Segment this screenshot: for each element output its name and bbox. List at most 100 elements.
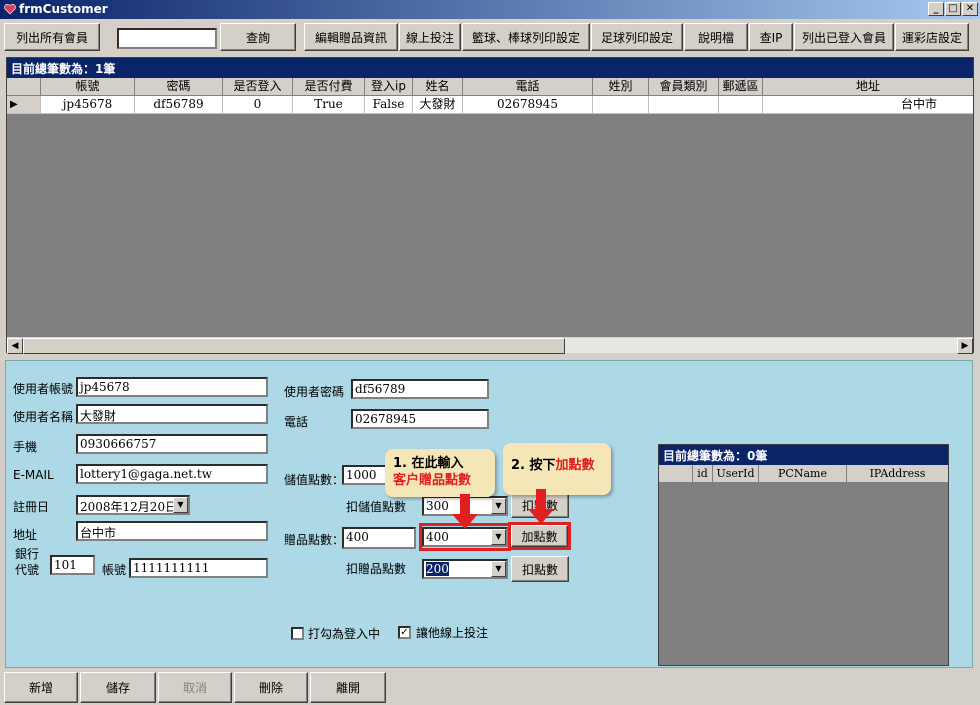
window-title: frmCustomer [19,2,108,16]
search-input[interactable] [117,28,217,49]
cell-account[interactable]: jp45678 [41,96,135,114]
column-header[interactable]: 登入ip [365,78,413,96]
cell-zip[interactable] [719,96,763,114]
step2-callout: 2. 按下加點數 [503,443,611,495]
member-detail-panel: 使用者帳號 jp45678 使用者名稱 大發財 手機 0930666757 E-… [5,360,973,668]
row-header-corner [7,78,41,96]
bank-code-label-1: 銀行 [15,547,40,561]
cell-password[interactable]: df56789 [135,96,223,114]
column-header[interactable]: UserId [713,465,759,483]
address-field[interactable]: 台中市 [76,521,268,541]
register-date-value: 2008年12月20日 [80,500,178,514]
football-print-settings-button[interactable]: 足球列印設定 [591,23,683,51]
mark-logged-in-checkbox[interactable] [291,627,304,640]
ip-grid: 目前總筆數為：0筆 id UserId PCName IPAddress [658,444,949,666]
manual-button[interactable]: 說明檔 [684,23,748,51]
stored-points-label: 儲值點數： [284,473,345,487]
step2-prefix: 2. 按下 [511,458,556,473]
list-logged-in-button[interactable]: 列出已登入會員 [794,23,894,51]
deduct-gift-label: 扣贈品點數 [346,562,407,576]
delete-button[interactable]: 刪除 [234,672,308,703]
name-label: 使用者名稱 [13,410,74,424]
online-bet-button[interactable]: 線上投注 [399,23,461,51]
mobile-field[interactable]: 0930666757 [76,434,268,454]
member-grid-caption: 目前總筆數為：1筆 [7,58,973,78]
email-field[interactable]: lottery1@gaga.net.tw [76,464,268,484]
minimize-button[interactable]: _ [928,2,944,16]
cell-phone[interactable]: 02678945 [463,96,593,114]
column-header[interactable]: PCName [759,465,847,483]
cell-paid[interactable]: True [293,96,365,114]
check-ip-button[interactable]: 查IP [749,23,793,51]
bank-code-field[interactable]: 101 [50,555,95,575]
close-button[interactable]: 離開 [310,672,386,703]
allow-online-bet-checkbox[interactable]: ✓ [398,626,411,639]
cell-logged-in[interactable]: 0 [223,96,293,114]
column-header[interactable]: 帳號 [41,78,135,96]
column-header[interactable]: 電話 [463,78,593,96]
column-header[interactable]: 密碼 [135,78,223,96]
cell-gender[interactable] [593,96,649,114]
cancel-button[interactable]: 取消 [158,672,232,703]
query-button[interactable]: 查詢 [220,23,296,51]
add-button[interactable]: 新增 [4,672,78,703]
member-grid: 目前總筆數為：1筆 帳號 密碼 是否登入 是否付費 登入ip 姓名 電話 姓別 … [6,57,974,354]
add-points-button[interactable]: 加點數 [511,525,568,547]
dropdown-arrow-icon[interactable]: ▼ [173,497,188,513]
column-header[interactable]: id [693,465,713,483]
account-field[interactable]: 1111111111 [129,558,268,578]
name-field[interactable]: 大發財 [76,404,268,424]
deduct-gift-button[interactable]: 扣點數 [511,556,569,582]
horizontal-scrollbar[interactable]: ◀ ▶ [7,337,973,354]
password-field[interactable]: df56789 [351,379,489,399]
edit-gift-info-button[interactable]: 編輯贈品資訊 [304,23,398,51]
mark-logged-in-label: 打勾為登入中 [308,627,381,641]
toolbar: 列出所有會員 查詢 編輯贈品資訊 線上投注 籃球、棒球列印設定 足球列印設定 說… [0,19,980,57]
deduct-gift-combo[interactable]: 200 ▼ [422,559,508,579]
arrow-down-icon [452,494,478,529]
register-date-label: 註冊日 [13,500,50,514]
close-window-button[interactable]: ✕ [962,2,978,16]
password-label: 使用者密碼 [284,385,345,399]
column-header[interactable]: IPAddress [847,465,948,483]
cell-member-type[interactable] [649,96,719,114]
dropdown-arrow-icon[interactable]: ▼ [491,529,506,545]
column-header[interactable]: 地址 [763,78,973,96]
scroll-left-icon[interactable]: ◀ [7,338,23,354]
column-header[interactable]: 姓名 [413,78,463,96]
basketball-print-settings-button[interactable]: 籃球、棒球列印設定 [462,23,590,51]
mobile-label: 手機 [13,440,38,454]
dropdown-arrow-icon[interactable]: ▼ [491,561,506,577]
column-header[interactable]: 郵遞區 [719,78,763,96]
bottom-action-bar: 新增 儲存 取消 刪除 離開 [0,670,980,705]
scroll-right-icon[interactable]: ▶ [957,338,973,354]
address-label: 地址 [13,528,38,542]
bank-code-label-2: 代號 [15,563,40,577]
list-all-members-button[interactable]: 列出所有會員 [4,23,100,51]
maximize-button[interactable]: □ [945,2,961,16]
cell-login-ip[interactable]: False [365,96,413,114]
ip-grid-caption: 目前總筆數為：0筆 [659,445,948,465]
deduct-stored-label: 扣儲值點數 [346,500,407,514]
table-row[interactable]: ▶ jp45678 df56789 0 True False 大發財 02678… [7,96,973,114]
gift-points-combo-value: 400 [426,530,449,544]
gift-points-field[interactable]: 400 [342,527,416,549]
deduct-stored-value: 300 [426,499,449,513]
cell-address[interactable]: 台中市 [763,96,973,114]
phone-field[interactable]: 02678945 [351,409,489,429]
column-header[interactable]: 姓別 [593,78,649,96]
column-header[interactable]: 是否登入 [223,78,293,96]
dropdown-arrow-icon[interactable]: ▼ [491,498,506,514]
scroll-thumb[interactable] [23,338,565,354]
gift-points-combo[interactable]: 400 ▼ [422,527,508,547]
column-header[interactable]: 會員類別 [649,78,719,96]
title-bar: frmCustomer _ □ ✕ [0,0,980,19]
cell-name[interactable]: 大發財 [413,96,463,114]
step1-callout: 1. 在此輸入 客户贈品點數 [385,449,495,497]
register-date-picker[interactable]: 2008年12月20日 ▼ [76,495,190,515]
gift-points-label: 贈品點數： [284,533,345,547]
username-field[interactable]: jp45678 [76,377,268,397]
lottery-store-settings-button[interactable]: 運彩店設定 [895,23,969,51]
column-header[interactable]: 是否付費 [293,78,365,96]
save-button[interactable]: 儲存 [80,672,156,703]
